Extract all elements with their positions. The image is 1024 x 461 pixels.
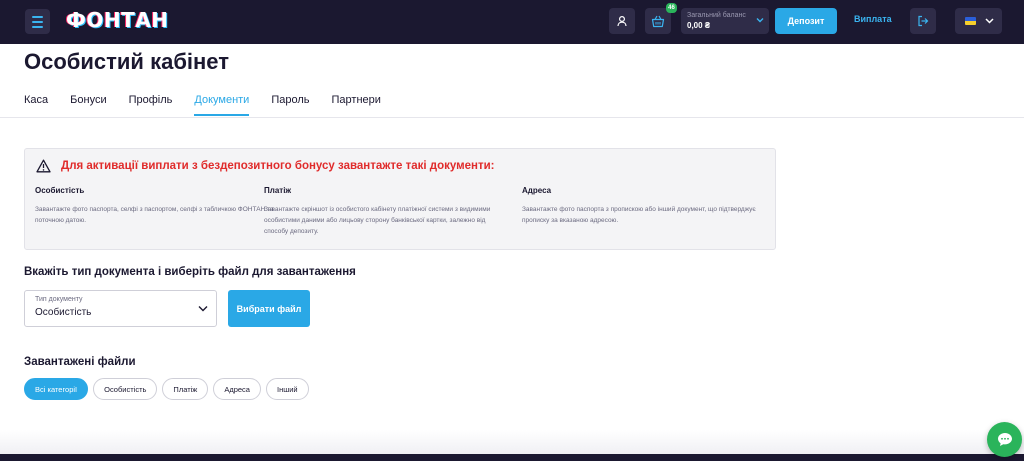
chevron-down-icon	[985, 18, 994, 24]
user-icon	[617, 15, 627, 27]
doc-heading: Платіж	[264, 186, 292, 195]
doc-description: Завантажте фото паспорта, селфі з паспор…	[35, 206, 274, 224]
top-header: ФОНТАН 46 Загальний баланс 0,00 ₴ Депози…	[0, 0, 1024, 44]
uploaded-files-title: Завантажені файли	[24, 356, 136, 368]
footer	[0, 454, 1024, 461]
select-value: Особистість	[35, 307, 92, 318]
chevron-down-icon	[198, 306, 208, 312]
select-label: Тип документу	[35, 296, 83, 303]
upload-title: Вкажіть тип документа і виберіть файл дл…	[24, 266, 356, 278]
documents-notice: Для активації виплати з бездепозитного б…	[24, 148, 776, 250]
page-title: Особистий кабінет	[24, 49, 230, 74]
document-type-select[interactable]: Тип документу Особистість	[24, 290, 217, 327]
ukraine-flag-icon	[965, 17, 976, 25]
notice-title: Для активації виплати з бездепозитного б…	[61, 160, 495, 172]
filter-all[interactable]: Всі категорії	[24, 378, 89, 400]
profile-button[interactable]	[609, 8, 635, 34]
filter-address[interactable]: Адреса	[213, 378, 261, 400]
menu-icon[interactable]	[25, 9, 50, 34]
filter-identity[interactable]: Особистість	[93, 378, 158, 400]
logo[interactable]: ФОНТАН	[66, 8, 168, 32]
filter-other[interactable]: Інший	[265, 378, 309, 400]
doc-requirement-identity: Особистість Завантажте фото паспорта, се…	[35, 186, 275, 226]
chat-icon	[997, 433, 1012, 446]
tabs-divider	[0, 117, 1024, 118]
warning-icon	[36, 159, 51, 173]
tab-partners[interactable]: Партнери	[332, 94, 381, 117]
doc-heading: Особистість	[35, 186, 85, 195]
doc-heading: Адреса	[522, 186, 552, 195]
doc-description: Завантажте фото паспорта з пропискою або…	[522, 206, 756, 224]
tab-password[interactable]: Пароль	[271, 94, 309, 117]
gift-basket-icon	[651, 15, 665, 27]
filter-payment[interactable]: Платіж	[162, 378, 209, 400]
logout-icon	[918, 15, 929, 27]
gifts-button[interactable]: 46	[645, 3, 677, 34]
withdraw-link[interactable]: Виплата	[854, 14, 892, 24]
balance-value: 0,00 ₴	[687, 21, 711, 30]
logout-button[interactable]	[910, 8, 936, 34]
deposit-button[interactable]: Депозит	[775, 8, 837, 34]
account-tabs: Каса Бонуси Профіль Документи Пароль Пар…	[24, 94, 403, 117]
doc-description: Завантажте скріншот із особистого кабіне…	[264, 206, 491, 235]
chevron-down-icon	[756, 18, 764, 23]
file-category-filters: Всі категорії Особистість Платіж Адреса …	[24, 378, 309, 400]
support-chat-button[interactable]	[987, 422, 1022, 457]
balance-label: Загальний баланс	[687, 12, 746, 19]
doc-requirement-payment: Платіж Завантажте скріншот із особистого…	[264, 186, 504, 237]
tab-profile[interactable]: Профіль	[129, 94, 173, 117]
choose-file-button[interactable]: Вибрати файл	[228, 290, 310, 327]
gift-count-badge: 46	[666, 3, 677, 13]
language-selector[interactable]	[955, 8, 1002, 34]
doc-requirement-address: Адреса Завантажте фото паспорта з пропис…	[522, 186, 762, 226]
balance-dropdown[interactable]: Загальний баланс 0,00 ₴	[681, 8, 769, 34]
bottom-fade	[0, 430, 1024, 454]
tab-documents[interactable]: Документи	[194, 94, 249, 117]
tab-bonuses[interactable]: Бонуси	[70, 94, 106, 117]
tab-cashier[interactable]: Каса	[24, 94, 48, 117]
